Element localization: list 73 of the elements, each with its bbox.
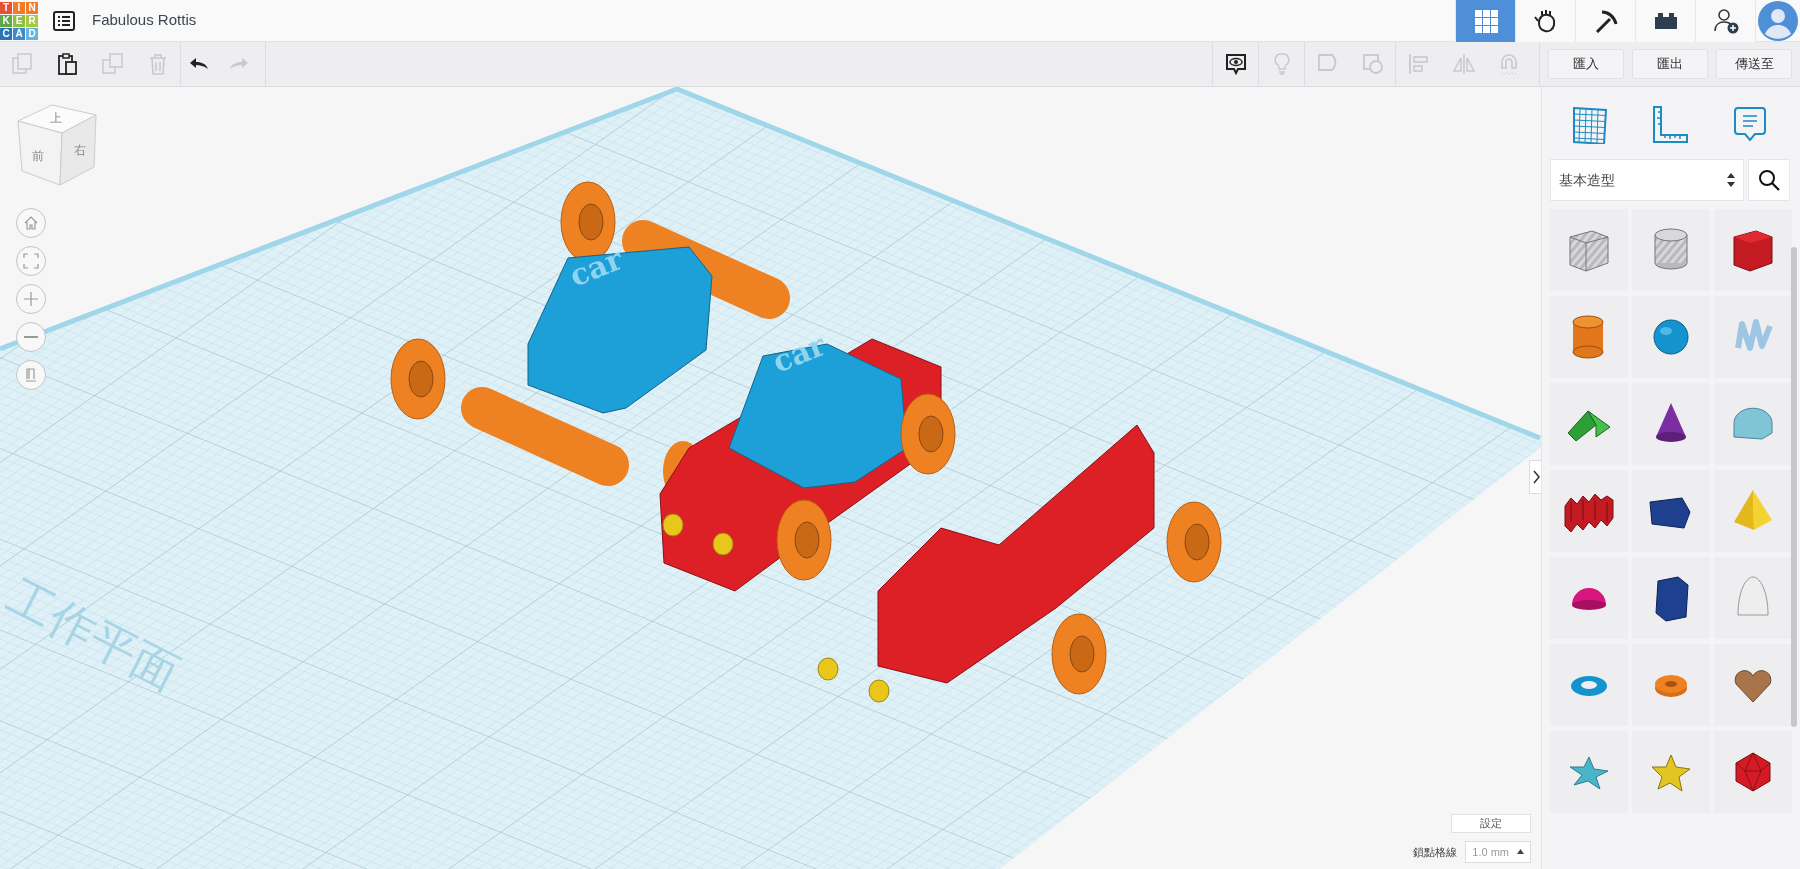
- nav-tab[interactable]: [1635, 0, 1695, 42]
- action-button[interactable]: 傳送至: [1716, 49, 1792, 79]
- panel-toggle-button[interactable]: [1529, 460, 1541, 494]
- paste-icon: [55, 52, 80, 76]
- headlight: [662, 513, 684, 537]
- view-control-button[interactable]: [16, 284, 46, 314]
- shape-circle-icon: [1360, 52, 1385, 76]
- shape-tile[interactable]: [1550, 383, 1628, 465]
- eye-bubble-icon: [1223, 52, 1248, 76]
- nav-tab[interactable]: [1515, 0, 1575, 42]
- home-icon: [22, 214, 40, 232]
- shape-tile[interactable]: [1714, 209, 1792, 291]
- shape-tile[interactable]: [1550, 296, 1628, 378]
- view-cube[interactable]: 上 前 右: [16, 103, 98, 189]
- search-icon: [1758, 169, 1780, 191]
- menu-icon: [53, 10, 75, 31]
- headlight: [817, 657, 839, 681]
- hand-icon: [1533, 8, 1558, 33]
- shape-tile[interactable]: [1632, 557, 1710, 639]
- logo[interactable]: T I N K E R C A D: [0, 1, 38, 40]
- shape-tile[interactable]: [1714, 731, 1792, 813]
- headlight: [868, 679, 890, 703]
- model-text: car: [564, 241, 628, 294]
- shape-tile[interactable]: [1550, 557, 1628, 639]
- view-control-button[interactable]: [16, 208, 46, 238]
- cube-face-label: 右: [74, 142, 86, 159]
- shape-tile[interactable]: [1550, 731, 1628, 813]
- chevron-right-icon: [1531, 470, 1540, 484]
- shape-tile[interactable]: [1550, 209, 1628, 291]
- snap-grid-label: 鎖點格線: [1413, 844, 1458, 860]
- shape-tile[interactable]: [1550, 470, 1628, 552]
- settings-button[interactable]: 設定: [1451, 813, 1531, 833]
- shape-tile[interactable]: [1632, 383, 1710, 465]
- ruler-icon[interactable]: [1650, 104, 1690, 144]
- avatar-icon[interactable]: [1758, 0, 1798, 41]
- model-text: car: [767, 327, 831, 380]
- nav-tab[interactable]: [1575, 0, 1635, 42]
- cube-face-label: 上: [50, 110, 62, 127]
- add-user-icon: [1712, 7, 1739, 34]
- view-control-button[interactable]: [16, 246, 46, 276]
- grid-icon: [1473, 8, 1498, 33]
- shape-tile[interactable]: [1714, 383, 1792, 465]
- headlight: [712, 532, 734, 556]
- shape-tile[interactable]: [1632, 731, 1710, 813]
- sort-caret-icon: [1727, 173, 1735, 187]
- workplane-grid-icon[interactable]: [1570, 104, 1610, 144]
- shape-tile[interactable]: [1632, 470, 1710, 552]
- search-button[interactable]: [1748, 159, 1790, 201]
- copy-icon: [10, 52, 35, 76]
- shape-tile[interactable]: [1632, 296, 1710, 378]
- category-dropdown[interactable]: 基本造型: [1550, 159, 1744, 201]
- shape-tile[interactable]: [1714, 644, 1792, 726]
- add-user-button[interactable]: [1695, 0, 1755, 42]
- zoom-out-icon: [22, 335, 40, 339]
- action-button[interactable]: 匯出: [1632, 49, 1708, 79]
- pickaxe-icon: [1593, 8, 1618, 33]
- shape-tile[interactable]: [1550, 644, 1628, 726]
- shape-tile[interactable]: [1632, 209, 1710, 291]
- design-title: Fabulous Rottis: [92, 10, 197, 31]
- cube-face-label: 前: [32, 148, 44, 165]
- zoom-in-icon: [22, 290, 40, 308]
- view-control-button[interactable]: [16, 322, 46, 352]
- duplicate-icon: [100, 52, 125, 76]
- shape-tile[interactable]: [1714, 470, 1792, 552]
- fit-view-icon: [22, 252, 40, 270]
- shape-tile[interactable]: [1632, 644, 1710, 726]
- mirror-icon: [1451, 52, 1476, 76]
- shape-tile[interactable]: [1714, 557, 1792, 639]
- caret-up-icon: [1517, 849, 1524, 855]
- align-icon: [1406, 52, 1431, 76]
- shape-tile[interactable]: [1714, 296, 1792, 378]
- action-button[interactable]: 匯入: [1548, 49, 1624, 79]
- scrollbar[interactable]: [1791, 247, 1797, 727]
